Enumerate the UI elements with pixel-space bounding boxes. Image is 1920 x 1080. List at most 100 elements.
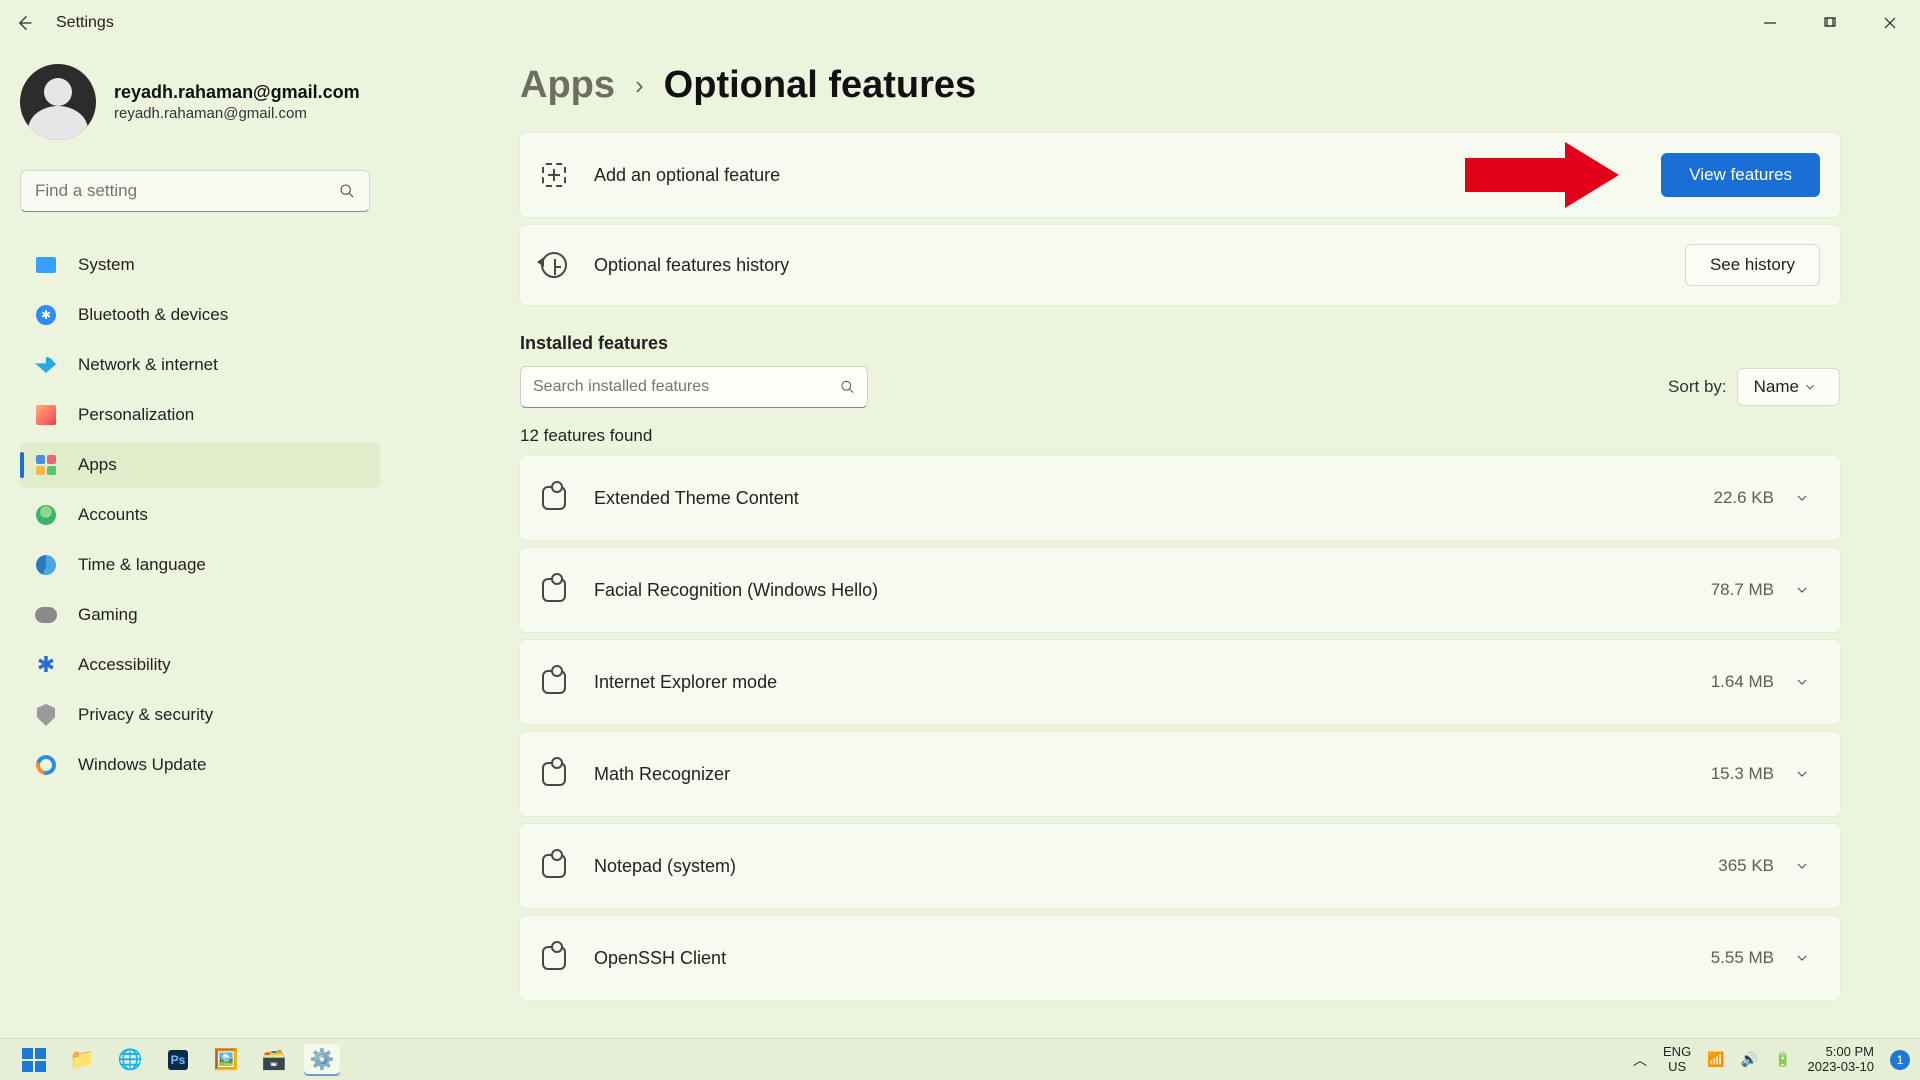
start-button[interactable] xyxy=(16,1044,52,1076)
sidebar-item-apps[interactable]: Apps xyxy=(20,442,380,488)
installed-search-input[interactable] xyxy=(521,367,867,407)
feature-name: Extended Theme Content xyxy=(594,488,1714,509)
history-card: Optional features history See history xyxy=(520,225,1840,305)
battery-icon[interactable]: 🔋 xyxy=(1774,1051,1791,1068)
sidebar-item-accounts[interactable]: Accounts xyxy=(20,492,380,538)
notifications-badge[interactable]: 1 xyxy=(1890,1050,1910,1070)
see-history-button[interactable]: See history xyxy=(1685,244,1820,286)
back-button[interactable] xyxy=(12,11,36,35)
history-label: Optional features history xyxy=(594,255,1685,276)
sort-select[interactable]: Name xyxy=(1737,368,1840,406)
view-features-button[interactable]: View features xyxy=(1661,153,1820,197)
sidebar-item-windows-update[interactable]: Windows Update xyxy=(20,742,380,788)
chrome-icon: 🌐 xyxy=(118,1047,143,1072)
chevron-down-icon xyxy=(1794,858,1820,874)
chevron-down-icon xyxy=(1794,582,1820,598)
tray-time: 5:00 PM xyxy=(1808,1045,1875,1059)
puzzle-icon xyxy=(540,484,568,512)
feature-size: 22.6 KB xyxy=(1714,488,1775,508)
window-title: Settings xyxy=(56,14,114,32)
wifi-icon xyxy=(34,353,58,377)
globe-clock-icon xyxy=(34,553,58,577)
search-icon xyxy=(339,183,355,199)
profile-name: reyadh.rahaman@gmail.com xyxy=(114,82,360,103)
puzzle-icon xyxy=(540,944,568,972)
system-icon xyxy=(34,253,58,277)
sidebar-search-input[interactable] xyxy=(21,171,369,211)
feature-size: 78.7 MB xyxy=(1711,580,1774,600)
feature-size: 1.64 MB xyxy=(1711,672,1774,692)
feature-row[interactable]: Facial Recognition (Windows Hello) 78.7 … xyxy=(520,548,1840,632)
close-button[interactable] xyxy=(1860,0,1920,46)
sidebar-item-label: Privacy & security xyxy=(78,705,213,725)
sidebar: reyadh.rahaman@gmail.com reyadh.rahaman@… xyxy=(0,46,400,1038)
wifi-icon[interactable]: 📶 xyxy=(1707,1051,1724,1068)
apps-icon xyxy=(34,453,58,477)
sidebar-item-accessibility[interactable]: ✱ Accessibility xyxy=(20,642,380,688)
brush-icon xyxy=(34,403,58,427)
breadcrumb-current: Optional features xyxy=(664,64,977,107)
sidebar-item-system[interactable]: System xyxy=(20,242,380,288)
titlebar: Settings xyxy=(0,0,1920,46)
feature-row[interactable]: Internet Explorer mode 1.64 MB xyxy=(520,640,1840,724)
feature-row[interactable]: Extended Theme Content 22.6 KB xyxy=(520,456,1840,540)
tray-language[interactable]: ENG US xyxy=(1663,1045,1691,1074)
accounts-icon xyxy=(34,503,58,527)
feature-row[interactable]: Math Recognizer 15.3 MB xyxy=(520,732,1840,816)
taskbar-app2[interactable]: 🗃️ xyxy=(256,1044,292,1076)
sidebar-item-label: Windows Update xyxy=(78,755,207,775)
chevron-right-icon: › xyxy=(635,70,644,101)
feature-row[interactable]: OpenSSH Client 5.55 MB xyxy=(520,916,1840,1000)
tray-lang-bot: US xyxy=(1663,1060,1691,1074)
feature-name: OpenSSH Client xyxy=(594,948,1711,969)
photoshop-icon: Ps xyxy=(168,1050,189,1070)
taskbar: 📁 🌐 Ps 🖼️ 🗃️ ⚙️ ︿ ENG US 📶 🔊 🔋 5:00 PM 2… xyxy=(0,1038,1920,1080)
sidebar-item-privacy[interactable]: Privacy & security xyxy=(20,692,380,738)
puzzle-icon xyxy=(540,576,568,604)
tray-lang-top: ENG xyxy=(1663,1045,1691,1059)
gear-icon: ⚙️ xyxy=(310,1047,335,1072)
avatar xyxy=(20,64,96,140)
sidebar-item-label: Bluetooth & devices xyxy=(78,305,228,325)
chevron-down-icon xyxy=(1794,950,1820,966)
taskbar-app[interactable]: 🖼️ xyxy=(208,1044,244,1076)
maximize-icon xyxy=(1824,17,1836,29)
bluetooth-icon: ✱ xyxy=(34,303,58,327)
features-count: 12 features found xyxy=(520,426,1840,446)
taskbar-explorer[interactable]: 📁 xyxy=(64,1044,100,1076)
tray-date: 2023-03-10 xyxy=(1808,1060,1875,1074)
sidebar-item-label: Apps xyxy=(78,455,117,475)
sidebar-item-label: Personalization xyxy=(78,405,194,425)
app-icon: 🗃️ xyxy=(262,1047,287,1072)
sidebar-item-time-language[interactable]: Time & language xyxy=(20,542,380,588)
sidebar-item-bluetooth[interactable]: ✱ Bluetooth & devices xyxy=(20,292,380,338)
feature-row[interactable]: Notepad (system) 365 KB xyxy=(520,824,1840,908)
installed-title: Installed features xyxy=(520,333,1840,354)
feature-name: Facial Recognition (Windows Hello) xyxy=(594,580,1711,601)
sidebar-item-label: Network & internet xyxy=(78,355,218,375)
minimize-button[interactable] xyxy=(1740,0,1800,46)
sidebar-search[interactable] xyxy=(20,170,370,212)
profile-block[interactable]: reyadh.rahaman@gmail.com reyadh.rahaman@… xyxy=(20,64,380,140)
feature-name: Internet Explorer mode xyxy=(594,672,1711,693)
taskbar-settings[interactable]: ⚙️ xyxy=(304,1044,340,1076)
maximize-button[interactable] xyxy=(1800,0,1860,46)
taskbar-photoshop[interactable]: Ps xyxy=(160,1044,196,1076)
folder-icon: 📁 xyxy=(70,1047,95,1072)
chevron-down-icon xyxy=(1803,380,1829,394)
feature-size: 15.3 MB xyxy=(1711,764,1774,784)
sidebar-item-gaming[interactable]: Gaming xyxy=(20,592,380,638)
sidebar-item-network[interactable]: Network & internet xyxy=(20,342,380,388)
tray-clock[interactable]: 5:00 PM 2023-03-10 xyxy=(1808,1045,1875,1074)
breadcrumb-parent[interactable]: Apps xyxy=(520,64,615,107)
puzzle-icon xyxy=(540,668,568,696)
installed-search[interactable] xyxy=(520,366,868,408)
sidebar-item-personalization[interactable]: Personalization xyxy=(20,392,380,438)
update-icon xyxy=(34,753,58,777)
volume-icon[interactable]: 🔊 xyxy=(1741,1051,1758,1068)
tray-overflow-icon[interactable]: ︿ xyxy=(1633,1050,1647,1070)
puzzle-icon xyxy=(540,760,568,788)
sidebar-item-label: Accounts xyxy=(78,505,148,525)
main-content: Apps › Optional features Add an optional… xyxy=(400,46,1920,1038)
taskbar-chrome[interactable]: 🌐 xyxy=(112,1044,148,1076)
